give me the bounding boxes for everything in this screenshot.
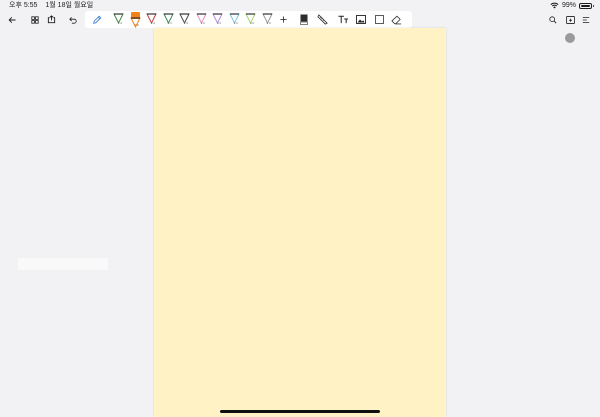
pen-6[interactable]: 3.0 bbox=[195, 12, 208, 28]
scroll-indicator[interactable] bbox=[565, 33, 575, 43]
text-tool-icon[interactable] bbox=[336, 11, 350, 28]
battery-fill bbox=[581, 4, 590, 7]
faint-shape bbox=[18, 258, 108, 270]
image-tool-icon[interactable] bbox=[354, 11, 368, 28]
pen-size-label: 1.0 bbox=[151, 21, 156, 25]
ruler-icon[interactable] bbox=[315, 11, 329, 28]
status-left: 오후 5:55 1월 18일 월요일 bbox=[9, 0, 99, 11]
page-add-icon[interactable] bbox=[564, 11, 576, 28]
battery-icon bbox=[579, 2, 594, 9]
canvas-margin-left bbox=[0, 28, 154, 417]
pen-size-label: 0.8 bbox=[134, 23, 139, 27]
pen-size-label: 3.0 bbox=[250, 21, 255, 25]
more-menu-icon[interactable] bbox=[580, 11, 592, 28]
add-pen-icon[interactable] bbox=[276, 11, 290, 28]
back-arrow-icon[interactable] bbox=[6, 11, 18, 28]
status-date: 1월 18일 월요일 bbox=[45, 2, 94, 9]
pen-size-label: 3.0 bbox=[233, 21, 238, 25]
color-swatch-icon[interactable] bbox=[298, 11, 310, 28]
search-icon[interactable] bbox=[547, 11, 559, 28]
pen-size-label: 3.0 bbox=[266, 21, 271, 25]
battery-percent: 99% bbox=[561, 2, 576, 9]
eraser-icon[interactable] bbox=[389, 11, 403, 28]
pen-7[interactable]: 3.0 bbox=[212, 12, 224, 28]
status-right: 99% bbox=[550, 0, 594, 11]
pen-9[interactable]: 3.0 bbox=[245, 12, 257, 28]
pen-size-label: 3.0 bbox=[200, 21, 205, 25]
home-indicator[interactable] bbox=[220, 410, 380, 413]
pen-1[interactable]: 1.0 bbox=[113, 12, 125, 28]
pen-2[interactable]: 0.8 bbox=[129, 12, 142, 28]
pen-size-label: 0.4 bbox=[167, 21, 172, 25]
pen-8[interactable]: 3.0 bbox=[228, 12, 241, 28]
pencil-tool-icon[interactable] bbox=[90, 11, 104, 28]
share-icon[interactable] bbox=[45, 11, 57, 28]
pen-size-label: 1.5 bbox=[184, 21, 189, 25]
pen-toolbar: 1.0 0.8 1.0 0.4 1.5 3.0 3.0 3.0 3.0 3.0 bbox=[85, 11, 412, 28]
canvas-margin-right bbox=[446, 28, 600, 417]
pen-3[interactable]: 1.0 bbox=[146, 12, 158, 28]
pen-4[interactable]: 0.4 bbox=[162, 12, 175, 28]
pen-10[interactable]: 3.0 bbox=[261, 12, 274, 28]
pen-size-label: 3.0 bbox=[217, 21, 222, 25]
toolbar: 1.0 0.8 1.0 0.4 1.5 3.0 3.0 3.0 3.0 3.0 bbox=[0, 11, 600, 28]
grid-icon[interactable] bbox=[29, 11, 41, 28]
lasso-select-icon[interactable] bbox=[372, 11, 386, 28]
pen-5[interactable]: 1.5 bbox=[179, 12, 191, 28]
note-page[interactable] bbox=[154, 28, 446, 417]
undo-icon[interactable] bbox=[67, 11, 79, 28]
status-bar: 오후 5:55 1월 18일 월요일 99% bbox=[0, 0, 600, 11]
status-time: 오후 5:55 bbox=[9, 2, 38, 9]
wifi-icon bbox=[550, 2, 559, 9]
pen-size-label: 1.0 bbox=[118, 21, 123, 25]
